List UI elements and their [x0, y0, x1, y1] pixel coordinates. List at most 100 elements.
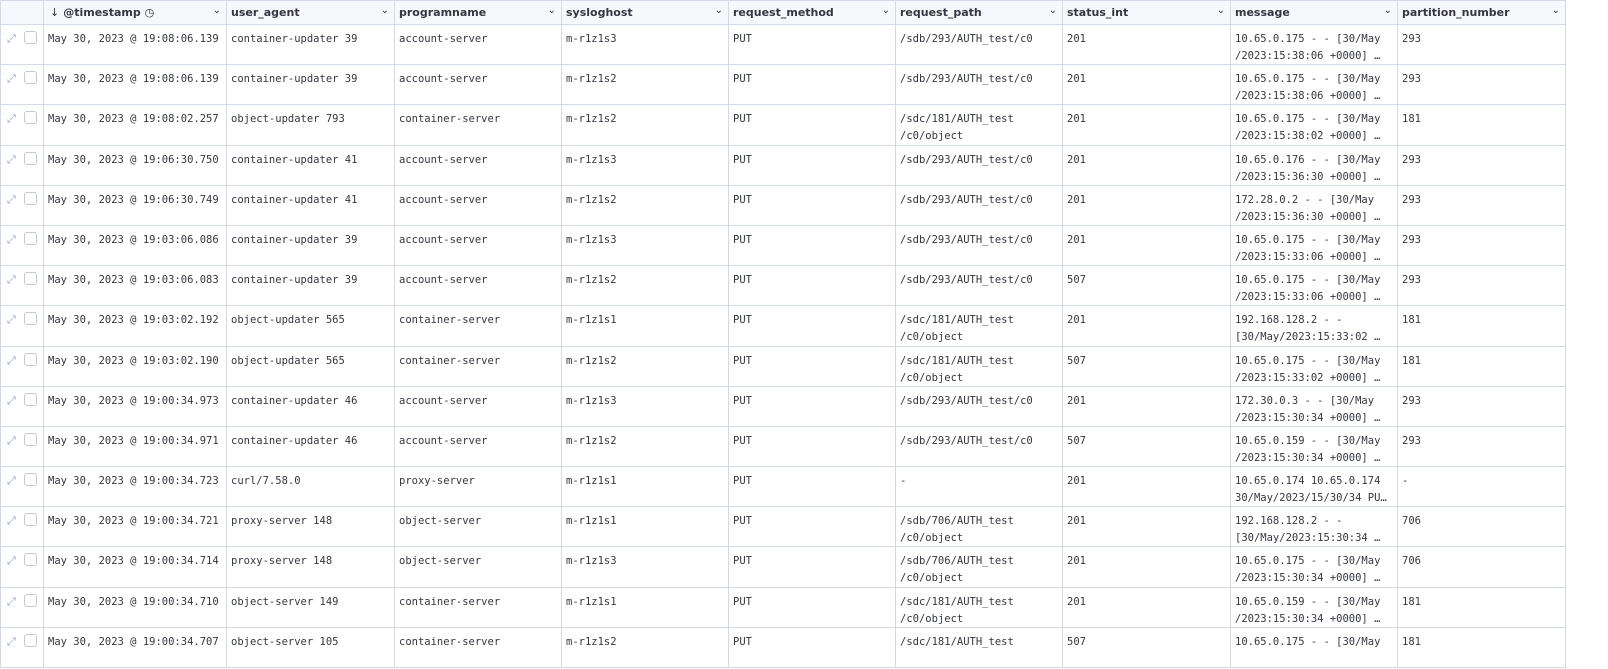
expand-icon[interactable]: ⤢	[7, 271, 16, 288]
row-checkbox[interactable]	[23, 633, 37, 647]
cell-status-int: 201	[1063, 185, 1231, 225]
row-controls: ⤢	[1, 426, 44, 467]
row-checkbox[interactable]	[23, 593, 37, 607]
cell-text: May 30, 2023 @ 19:03:06.086	[48, 233, 219, 246]
row-controls: ⤢	[1, 225, 44, 266]
sort-desc-icon[interactable]: ↓	[50, 6, 59, 19]
expand-icon[interactable]: ⤢	[7, 70, 16, 87]
expand-icon[interactable]: ⤢	[7, 352, 16, 369]
row-checkbox[interactable]	[23, 392, 37, 406]
column-label: request_path	[900, 6, 982, 19]
column-header-sysloghost[interactable]: sysloghost ⌄	[562, 1, 729, 24]
row-checkbox[interactable]	[23, 553, 37, 567]
chevron-down-icon[interactable]: ⌄	[882, 5, 890, 16]
row-checkbox[interactable]	[23, 312, 37, 326]
column-header-timestamp[interactable]: ↓ @timestamp ◷ ⌄	[44, 1, 227, 24]
cell-sysloghost: m-r1z1s3	[562, 145, 729, 185]
cell-text: 201	[1067, 73, 1086, 86]
cell-partition-number: 706	[1398, 507, 1565, 546]
expand-icon[interactable]: ⤢	[7, 512, 16, 529]
table-row: ⤢ May 30, 2023 @ 19:00:34.721 proxy-server…	[1, 507, 1565, 548]
expand-icon[interactable]: ⤢	[7, 231, 16, 248]
cell-request-method: PUT	[729, 145, 896, 185]
row-checkbox[interactable]	[23, 191, 37, 205]
cell-user-agent: container-updater 41	[227, 185, 395, 225]
cell-status-int: 201	[1063, 65, 1231, 105]
row-controls: ⤢	[1, 306, 44, 346]
chevron-down-icon[interactable]: ⌄	[715, 5, 723, 16]
expand-icon[interactable]: ⤢	[7, 151, 16, 168]
column-header-programname[interactable]: programname ⌄	[395, 1, 562, 24]
cell-status-int: 201	[1063, 507, 1231, 547]
cell-text: /2023:15:30:34 +0000] …	[1235, 612, 1381, 625]
table-row: ⤢ May 30, 2023 @ 19:00:34.973 container-up…	[1, 386, 1565, 427]
cell-text: 507	[1067, 354, 1086, 367]
cell-text: /sdc/181/AUTH_test	[900, 354, 1014, 367]
column-header-request_path[interactable]: request_path ⌄	[896, 1, 1063, 24]
expand-icon[interactable]: ⤢	[7, 311, 16, 328]
cell-request-path: /sdb/293/AUTH_test/c0	[896, 426, 1063, 467]
cell-sysloghost: m-r1z1s2	[562, 426, 729, 467]
cell-text: May 30, 2023 @ 19:00:34.710	[48, 595, 219, 608]
row-checkbox[interactable]	[23, 31, 37, 44]
row-checkbox[interactable]	[23, 231, 37, 245]
expand-icon[interactable]: ⤢	[7, 552, 16, 569]
cell-partition-number: -	[1398, 467, 1565, 506]
chevron-down-icon[interactable]: ⌄	[1552, 5, 1560, 16]
chevron-down-icon[interactable]: ⌄	[548, 5, 556, 16]
cell-text: 706	[1402, 555, 1421, 568]
cell-text: 201	[1067, 314, 1086, 327]
scrollbar-area[interactable]	[1566, 0, 1608, 669]
cell-request-path: -	[896, 467, 1063, 507]
cell-text: May 30, 2023 @ 19:08:02.257	[48, 113, 219, 126]
table-row: ⤢ May 30, 2023 @ 19:03:06.086 container-up…	[1, 225, 1565, 267]
table-row: ⤢ May 30, 2023 @ 19:00:34.707 object-serve…	[1, 627, 1565, 668]
expand-icon[interactable]: ⤢	[7, 110, 16, 127]
row-checkbox[interactable]	[23, 432, 37, 446]
cell-status-int: 507	[1063, 346, 1231, 386]
chevron-down-icon[interactable]: ⌄	[381, 5, 389, 16]
cell-text: PUT	[733, 394, 752, 407]
column-header-status_int[interactable]: status_int ⌄	[1063, 1, 1231, 24]
expand-icon[interactable]: ⤢	[7, 472, 16, 489]
cell-text: 10.65.0.175 - - [30/May	[1235, 354, 1381, 367]
grid-body: ⤢ May 30, 2023 @ 19:08:06.139 container-up…	[1, 25, 1565, 668]
cell-message: 10.65.0.175 - - [30/May/2023:15:38:02 +0…	[1231, 105, 1398, 145]
chevron-down-icon[interactable]: ⌄	[213, 5, 221, 16]
cell-text: container-updater 46	[231, 434, 358, 447]
chevron-down-icon[interactable]: ⌄	[1049, 5, 1057, 16]
row-controls: ⤢	[1, 145, 44, 185]
row-checkbox[interactable]	[23, 71, 37, 85]
row-checkbox[interactable]	[23, 513, 37, 527]
cell-text: 201	[1067, 515, 1086, 528]
data-grid: ↓ @timestamp ◷ ⌄ user_agent ⌄ programname ⌄ sys…	[0, 0, 1566, 668]
cell-text: proxy-server	[399, 475, 475, 488]
chevron-down-icon[interactable]: ⌄	[1217, 5, 1225, 16]
expand-icon[interactable]: ⤢	[7, 30, 16, 47]
expand-icon[interactable]: ⤢	[7, 392, 16, 409]
cell-text: May 30, 2023 @ 19:08:06.139	[48, 73, 219, 86]
column-header-partition_number[interactable]: partition_number ⌄	[1398, 1, 1565, 24]
cell-text: container-updater 41	[231, 153, 358, 166]
cell-request-method: PUT	[729, 386, 896, 426]
cell-text: May 30, 2023 @ 19:06:30.749	[48, 193, 219, 206]
row-checkbox[interactable]	[23, 151, 37, 165]
row-checkbox[interactable]	[23, 473, 37, 487]
row-checkbox[interactable]	[23, 111, 37, 125]
row-checkbox[interactable]	[23, 352, 37, 366]
column-header-message[interactable]: message ⌄	[1231, 1, 1398, 24]
cell-request-method: PUT	[729, 467, 896, 507]
row-checkbox[interactable]	[23, 272, 37, 286]
cell-text: container-updater 39	[231, 233, 358, 246]
cell-status-int: 507	[1063, 426, 1231, 467]
column-header-user_agent[interactable]: user_agent ⌄	[227, 1, 395, 24]
column-header-request_method[interactable]: request_method ⌄	[729, 1, 896, 24]
cell-text: m-r1z1s3	[566, 394, 617, 407]
chevron-down-icon[interactable]: ⌄	[1384, 5, 1392, 16]
expand-icon[interactable]: ⤢	[7, 593, 16, 610]
cell-user-agent: container-updater 46	[227, 426, 395, 467]
expand-icon[interactable]: ⤢	[7, 633, 16, 650]
expand-icon[interactable]: ⤢	[7, 191, 16, 208]
expand-icon[interactable]: ⤢	[7, 432, 16, 449]
cell-text: 10.65.0.175 - - [30/May	[1235, 233, 1381, 246]
